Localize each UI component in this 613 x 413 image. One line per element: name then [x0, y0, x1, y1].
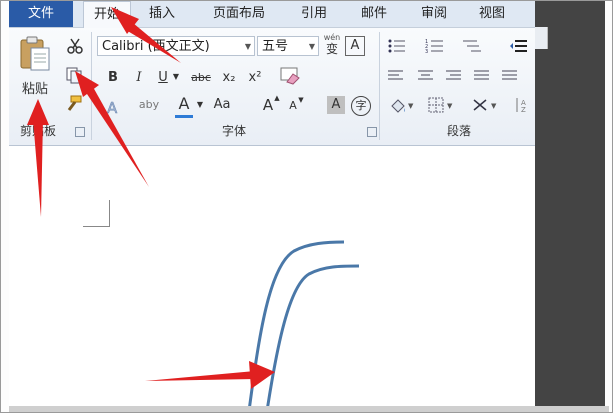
- arrow-to-paste: [27, 99, 49, 217]
- annotation-arrows: [27, 7, 275, 389]
- screenshot-frame: 文件 开始 插入 页面布局 引用 邮件 审阅 视图 粘贴 Calibri (西文…: [0, 0, 613, 413]
- arrow-to-home-tab: [111, 7, 181, 63]
- arrow-to-copy: [75, 71, 149, 187]
- word-window: 文件 开始 插入 页面布局 引用 邮件 审阅 视图 粘贴 Calibri (西文…: [9, 1, 535, 406]
- ribbon-edge-peek: [535, 27, 548, 49]
- arrow-to-curve: [145, 361, 275, 389]
- right-background-panel: [535, 1, 605, 406]
- bottom-shadow: [9, 406, 609, 412]
